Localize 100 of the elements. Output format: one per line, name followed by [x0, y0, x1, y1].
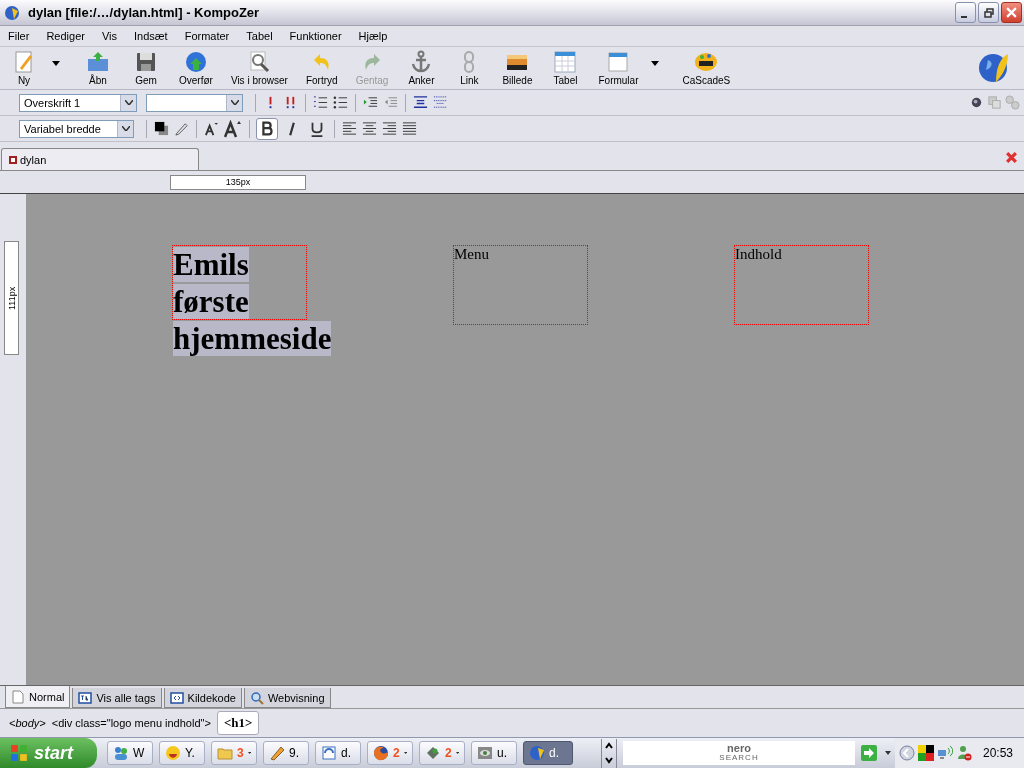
- close-icon[interactable]: [1005, 151, 1018, 164]
- form-icon: [606, 50, 631, 74]
- task-label: d.: [549, 746, 559, 760]
- task-label: d.: [341, 746, 351, 760]
- tag-path-item[interactable]: <h1>: [216, 711, 260, 735]
- toolbar-button[interactable]: Fortryd: [300, 50, 343, 86]
- toolbar-button[interactable]: Vis i browser: [225, 50, 293, 86]
- caret-icon[interactable]: [117, 120, 133, 137]
- align-left-icon[interactable]: [342, 121, 357, 136]
- caret-icon[interactable]: [226, 94, 242, 111]
- clock: 20:53: [983, 746, 1014, 760]
- caret-icon[interactable]: [455, 751, 459, 755]
- scroll-down-icon[interactable]: [604, 755, 614, 766]
- scroll-up-icon[interactable]: [604, 740, 614, 751]
- taskbar-button[interactable]: u.: [471, 741, 517, 765]
- toolbar-button[interactable]: Åbn: [78, 50, 118, 86]
- window-count: 2: [393, 746, 400, 760]
- task-label: 9.: [289, 746, 299, 760]
- menu-item[interactable]: Rediger: [45, 30, 92, 42]
- toolbar-button[interactable]: Overfør: [174, 50, 218, 86]
- menu-item[interactable]: Vis: [100, 30, 124, 42]
- search-field[interactable]: nero SEARCH: [623, 741, 855, 765]
- caret-icon[interactable]: [120, 94, 136, 111]
- toolbar-button[interactable]: Anker: [401, 50, 442, 86]
- pencil-icon[interactable]: [174, 121, 189, 136]
- taskbar-button[interactable]: Y.: [159, 741, 205, 765]
- task-label: Y.: [185, 746, 195, 760]
- caret-icon[interactable]: [247, 751, 251, 755]
- toolbar-button[interactable]: CaScadeS: [677, 50, 736, 86]
- bullet-list-icon[interactable]: [333, 95, 348, 110]
- toolbar-button[interactable]: Link: [449, 50, 490, 86]
- justify-icon[interactable]: [402, 121, 417, 136]
- view-tab[interactable]: Kildekode: [163, 688, 242, 708]
- menu-item[interactable]: Formater: [183, 30, 237, 42]
- caret-icon[interactable]: [651, 60, 660, 66]
- numbered-list-icon[interactable]: [313, 95, 328, 110]
- preview-icon: [247, 50, 272, 74]
- taskbar-button[interactable]: W: [107, 741, 153, 765]
- view-tab[interactable]: Webvisning: [243, 688, 331, 708]
- menu-item[interactable]: Hjælp: [357, 30, 395, 42]
- save-icon: [134, 50, 158, 74]
- toolbar-button[interactable]: Tabel: [545, 50, 586, 86]
- menu-item[interactable]: Filer: [7, 30, 37, 42]
- document-tab[interactable]: dylan: [1, 148, 199, 170]
- window-title: dylan [file:/…/dylan.html] - KompoZer: [28, 5, 261, 20]
- task-label: u.: [497, 746, 507, 760]
- smaller-text-icon[interactable]: [204, 121, 219, 136]
- restore-button[interactable]: [978, 2, 999, 23]
- color-squares-icon[interactable]: [918, 745, 934, 761]
- window-count: 2: [445, 746, 452, 760]
- caret-icon[interactable]: [52, 60, 60, 66]
- eye-icon: [477, 745, 493, 761]
- align-right-icon[interactable]: [382, 121, 397, 136]
- bold-button[interactable]: [256, 117, 278, 140]
- color-icon[interactable]: [154, 121, 169, 136]
- restore-icon: [983, 7, 994, 18]
- toolbar-button[interactable]: Ny: [4, 50, 44, 86]
- task-label: W: [133, 746, 145, 760]
- layer-icon[interactable]: [969, 95, 984, 110]
- people-icon: [113, 745, 129, 761]
- caret-icon[interactable]: [885, 751, 891, 755]
- arrow-right-icon[interactable]: [861, 745, 877, 761]
- minimize-button[interactable]: [955, 2, 976, 23]
- taskbar-button[interactable]: d.: [315, 741, 361, 765]
- font-width-select[interactable]: Variabel bredde: [19, 119, 134, 138]
- height-ruler: 111px: [4, 241, 19, 355]
- block-text: Menu: [454, 246, 489, 262]
- toolbar-button[interactable]: Billede: [497, 50, 538, 86]
- minimize-icon: [961, 15, 967, 18]
- windows-flag-icon: [10, 744, 28, 762]
- close-button[interactable]: [1001, 2, 1022, 23]
- folder-icon: [217, 745, 233, 761]
- toolbar-button[interactable]: Formular: [593, 50, 644, 86]
- taskbar-button[interactable]: d.: [523, 741, 573, 765]
- taskbar-button[interactable]: 9.: [263, 741, 309, 765]
- code-icon: [169, 690, 184, 705]
- align-center-icon[interactable]: [362, 121, 377, 136]
- table-icon: [553, 50, 578, 74]
- user-icon[interactable]: [956, 745, 972, 761]
- tag-path-item[interactable]: <body>: [9, 717, 46, 729]
- view-tab[interactable]: Normal: [5, 686, 71, 708]
- menu-item[interactable]: Indsæt: [133, 30, 175, 42]
- sync-icon: [321, 745, 337, 761]
- width-ruler: 135px: [170, 174, 306, 190]
- indent-icon[interactable]: [363, 95, 378, 110]
- tag-icon: [78, 690, 93, 705]
- caret-icon[interactable]: [403, 751, 407, 755]
- pencil-icon: [269, 745, 285, 761]
- align-icon[interactable]: [413, 95, 428, 110]
- paragraph-format-select[interactable]: Overskrift 1: [19, 93, 137, 112]
- menu-item[interactable]: Tabel: [245, 30, 280, 42]
- view-tab[interactable]: Vis alle tags: [72, 688, 162, 708]
- publish-icon: [183, 50, 208, 74]
- menu-item[interactable]: Funktioner: [288, 30, 349, 42]
- globe-icon: [4, 4, 20, 21]
- close-icon: [1006, 7, 1017, 18]
- toolbar-button[interactable]: Gem: [126, 50, 166, 86]
- tag-path-item[interactable]: <div class="logo menu indhold">: [51, 717, 211, 729]
- larger-text-icon[interactable]: [224, 119, 242, 138]
- globe-icon: [978, 52, 1010, 84]
